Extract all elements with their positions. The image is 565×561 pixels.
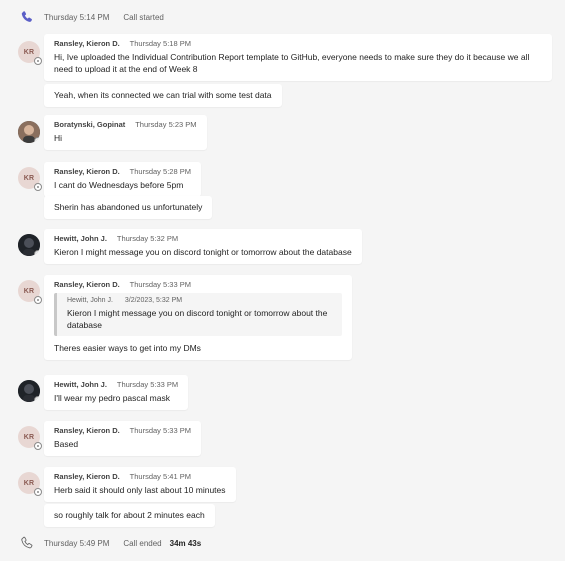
avatar-initials: KR — [23, 433, 35, 441]
message-time: Thursday 5:28 PM — [129, 167, 191, 176]
message-header: Boratynski, Gopinat Thursday 5:23 PM — [54, 120, 197, 129]
message-time: Thursday 5:33 PM — [129, 426, 191, 435]
quoted-message[interactable]: Hewitt, John J. 3/2/2023, 5:32 PM Kieron… — [54, 293, 342, 336]
call-ended-row: Thursday 5:49 PM Call ended 34m 43s — [20, 536, 201, 550]
message-header: Ransley, Kieron D. Thursday 5:18 PM — [54, 39, 542, 48]
author-name: Ransley, Kieron D. — [54, 472, 120, 481]
phone-icon — [21, 11, 32, 22]
avatar-initials: KR — [23, 287, 35, 295]
message-bubble[interactable]: Ransley, Kieron D. Thursday 5:33 PM Hewi… — [44, 275, 352, 360]
message-text: I'll wear my pedro pascal mask — [54, 393, 170, 403]
message-bubble[interactable]: Sherin has abandoned us unfortunately — [44, 196, 213, 219]
call-started-row: Thursday 5:14 PM Call started — [20, 10, 164, 24]
message-time: Thursday 5:18 PM — [129, 39, 191, 48]
avatar[interactable] — [18, 121, 40, 143]
author-name: Hewitt, John J. — [54, 380, 107, 389]
avatar[interactable]: KR — [18, 280, 42, 304]
message-text: I cant do Wednesdays before 5pm — [54, 180, 184, 190]
message-text: so roughly talk for about 2 minutes each — [54, 510, 205, 520]
message-header: Hewitt, John J. Thursday 5:33 PM — [54, 380, 178, 389]
message-text: Yeah, when its connected we can trial wi… — [54, 90, 272, 100]
message-time: Thursday 5:23 PM — [135, 120, 197, 129]
author-name: Hewitt, John J. — [54, 234, 107, 243]
avatar-initials: KR — [23, 479, 35, 487]
message-bubble[interactable]: Yeah, when its connected we can trial wi… — [44, 84, 282, 107]
quote-header: Hewitt, John J. 3/2/2023, 5:32 PM — [67, 297, 332, 304]
message-header: Hewitt, John J. Thursday 5:32 PM — [54, 234, 352, 243]
author-name: Ransley, Kieron D. — [54, 426, 120, 435]
message-text: Hi — [54, 133, 63, 143]
avatar-initials: KR — [23, 48, 35, 56]
message-text: Herb said it should only last about 10 m… — [54, 485, 226, 495]
quote-author: Hewitt, John J. — [67, 297, 113, 304]
avatar[interactable] — [18, 380, 40, 402]
message-bubble[interactable]: Hewitt, John J. Thursday 5:32 PM Kieron … — [44, 229, 362, 264]
message-time: Thursday 5:41 PM — [129, 472, 191, 481]
avatar-initials: KR — [23, 174, 35, 182]
message-header: Ransley, Kieron D. Thursday 5:41 PM — [54, 472, 226, 481]
avatar[interactable] — [18, 234, 40, 256]
call-started-label: Call started — [123, 12, 164, 22]
author-name: Ransley, Kieron D. — [54, 39, 120, 48]
presence-icon — [34, 57, 42, 65]
quote-time: 3/2/2023, 5:32 PM — [124, 297, 183, 304]
avatar[interactable]: KR — [18, 41, 42, 65]
call-ended-time: Thursday 5:49 PM — [44, 538, 110, 548]
avatar[interactable]: KR — [18, 426, 42, 450]
message-text: Kieron I might message you on discord to… — [54, 247, 352, 257]
message-time: Thursday 5:32 PM — [116, 234, 179, 243]
presence-icon — [34, 296, 42, 304]
presence-icon — [34, 183, 42, 191]
message-text: Hi, Ive uploaded the Individual Contribu… — [54, 52, 530, 74]
message-text: Theres easier ways to get into my DMs — [54, 343, 201, 353]
message-bubble[interactable]: Boratynski, Gopinat Thursday 5:23 PM Hi — [44, 115, 207, 150]
message-text: Based — [54, 439, 79, 449]
call-started-time: Thursday 5:14 PM — [44, 12, 110, 22]
phone-icon — [21, 536, 33, 549]
presence-icon — [34, 488, 42, 496]
message-header: Ransley, Kieron D. Thursday 5:33 PM — [54, 426, 191, 435]
author-name: Ransley, Kieron D. — [54, 280, 120, 289]
message-bubble[interactable]: Ransley, Kieron D. Thursday 5:28 PM I ca… — [44, 162, 201, 197]
message-bubble[interactable]: Ransley, Kieron D. Thursday 5:18 PM Hi, … — [44, 34, 552, 81]
author-name: Ransley, Kieron D. — [54, 167, 120, 176]
author-name: Boratynski, Gopinat — [54, 120, 126, 129]
message-header: Ransley, Kieron D. Thursday 5:33 PM — [54, 280, 342, 289]
presence-icon — [34, 442, 42, 450]
message-bubble[interactable]: so roughly talk for about 2 minutes each — [44, 504, 215, 527]
call-duration: 34m 43s — [169, 538, 202, 548]
message-text: Sherin has abandoned us unfortunately — [54, 202, 203, 212]
message-bubble[interactable]: Ransley, Kieron D. Thursday 5:33 PM Base… — [44, 421, 201, 456]
avatar[interactable]: KR — [18, 167, 42, 191]
message-time: Thursday 5:33 PM — [116, 380, 179, 389]
message-header: Ransley, Kieron D. Thursday 5:28 PM — [54, 167, 191, 176]
presence-icon — [34, 250, 40, 256]
presence-icon — [34, 137, 40, 143]
message-bubble[interactable]: Ransley, Kieron D. Thursday 5:41 PM Herb… — [44, 467, 236, 502]
call-ended-label: Call ended — [123, 538, 162, 548]
presence-icon — [34, 396, 40, 402]
quote-text: Kieron I might message you on discord to… — [67, 308, 328, 330]
message-time: Thursday 5:33 PM — [129, 280, 191, 289]
message-bubble[interactable]: Hewitt, John J. Thursday 5:33 PM I'll we… — [44, 375, 189, 410]
avatar[interactable]: KR — [18, 472, 42, 496]
